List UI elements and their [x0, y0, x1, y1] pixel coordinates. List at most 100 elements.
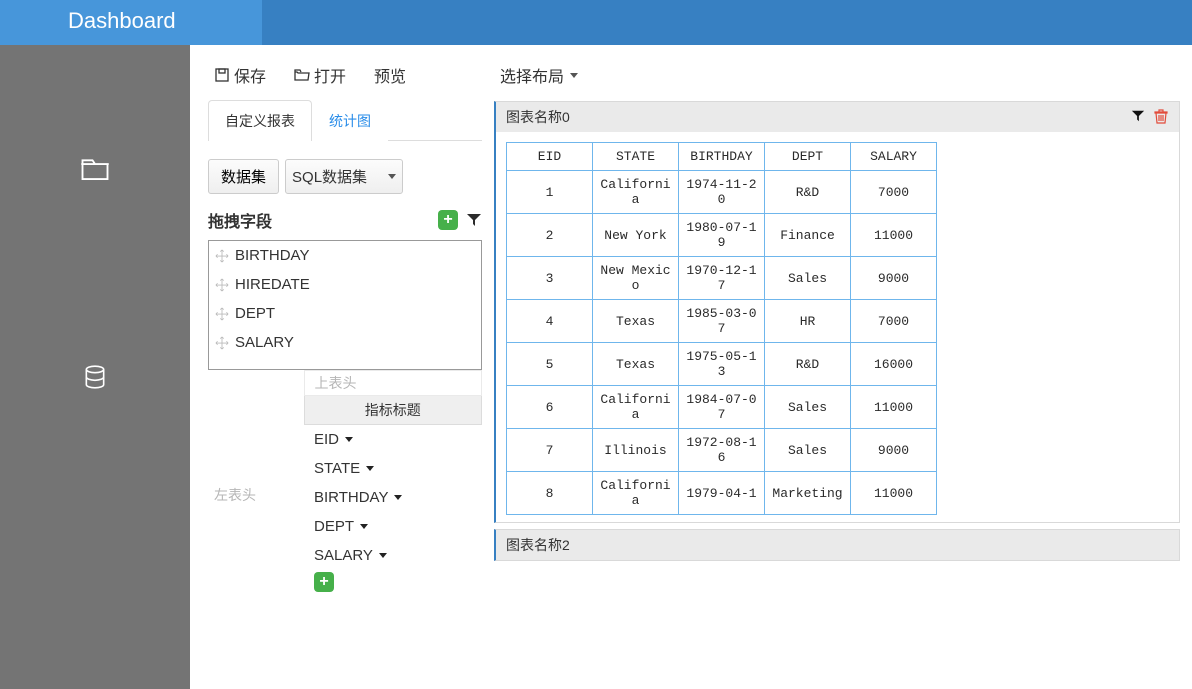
table-cell: HR: [765, 300, 851, 343]
chart-title-2: 图表名称2: [506, 535, 570, 555]
table-cell: 3: [507, 257, 593, 300]
add-column-button[interactable]: +: [314, 572, 334, 592]
table-cell: 1974-11-20: [679, 171, 765, 214]
table-cell: California: [593, 171, 679, 214]
field-list[interactable]: BIRTHDAY HIREDATE DEPT SALARY: [208, 240, 482, 370]
dataset-select[interactable]: SQL数据集: [285, 159, 403, 194]
move-icon: [215, 278, 229, 292]
column-item-state[interactable]: STATE: [304, 454, 482, 483]
table-cell: 16000: [851, 343, 937, 386]
layout-select[interactable]: 选择布局: [500, 63, 578, 87]
field-item[interactable]: SALARY: [209, 328, 481, 357]
field-item[interactable]: DEPT: [209, 299, 481, 328]
table-cell: 9000: [851, 257, 937, 300]
table-row: 3New Mexico1970-12-17Sales9000: [507, 257, 937, 300]
tab-chart[interactable]: 统计图: [312, 100, 388, 141]
main-area: 选择布局 图表名称0 EIDSTATEBIRTHDAYDEPTSALARY 1C…: [490, 45, 1192, 689]
table-cell: 1975-05-13: [679, 343, 765, 386]
left-header-dropzone[interactable]: 左表头: [208, 425, 304, 595]
table-cell: New Mexico: [593, 257, 679, 300]
column-label: EID: [314, 431, 339, 448]
drag-fields-title: 拖拽字段: [208, 208, 272, 232]
table-row: 5Texas1975-05-13R&D16000: [507, 343, 937, 386]
table-cell: 1980-07-19: [679, 214, 765, 257]
table-cell: 1: [507, 171, 593, 214]
table-cell: 4: [507, 300, 593, 343]
chevron-down-icon: [394, 495, 402, 500]
preview-button[interactable]: 预览: [374, 63, 406, 87]
add-field-button[interactable]: +: [438, 210, 458, 230]
table-cell: 5: [507, 343, 593, 386]
table-cell: Sales: [765, 386, 851, 429]
left-sidebar: [0, 45, 190, 689]
tab-custom-report-label: 自定义报表: [225, 113, 295, 129]
table-row: 7Illinois1972-08-16Sales9000: [507, 429, 937, 472]
table-header: EID: [507, 143, 593, 171]
brand-title: Dashboard: [0, 0, 262, 45]
filter-icon[interactable]: [1131, 109, 1145, 126]
column-label: DEPT: [314, 518, 354, 535]
open-button[interactable]: 打开: [294, 63, 346, 87]
table-cell: 1972-08-16: [679, 429, 765, 472]
open-icon: [294, 67, 310, 83]
config-panel: 保存 打开 预览 自定义报表 统计图 数据集 SQL数据集: [190, 45, 490, 689]
chart-title-0: 图表名称0: [506, 107, 570, 127]
table-cell: 1970-12-17: [679, 257, 765, 300]
table-cell: 1985-03-07: [679, 300, 765, 343]
table-row: 2New York1980-07-19Finance11000: [507, 214, 937, 257]
filter-icon[interactable]: [466, 212, 482, 228]
left-header-label: 左表头: [214, 487, 256, 503]
table-cell: R&D: [765, 171, 851, 214]
delete-icon[interactable]: [1153, 108, 1169, 127]
column-item-eid[interactable]: EID: [304, 425, 482, 454]
config-tabs: 自定义报表 统计图: [208, 99, 482, 141]
table-cell: Texas: [593, 343, 679, 386]
database-icon[interactable]: [78, 363, 112, 391]
field-label: SALARY: [235, 334, 294, 351]
dataset-button[interactable]: 数据集: [208, 159, 279, 194]
chevron-down-icon: [570, 73, 578, 78]
field-label: DEPT: [235, 305, 275, 322]
save-icon: [214, 67, 230, 83]
table-header: DEPT: [765, 143, 851, 171]
table-cell: Finance: [765, 214, 851, 257]
config-toolbar: 保存 打开 预览: [208, 55, 482, 99]
field-item[interactable]: HIREDATE: [209, 270, 481, 299]
move-icon: [215, 307, 229, 321]
field-item[interactable]: BIRTHDAY: [209, 241, 481, 270]
save-button[interactable]: 保存: [214, 63, 266, 87]
tab-chart-label: 统计图: [329, 113, 371, 129]
chart-body-0: EIDSTATEBIRTHDAYDEPTSALARY 1California19…: [496, 132, 943, 522]
table-row: 4Texas1985-03-07HR7000: [507, 300, 937, 343]
chart-panel-2: 图表名称2: [494, 529, 1180, 561]
move-icon: [215, 249, 229, 263]
table-cell: 7000: [851, 171, 937, 214]
structure-panel: 上表头 指标标题 左表头 EID STATE BIRTHDAY DEPT SAL…: [208, 370, 482, 594]
column-item-salary[interactable]: SALARY: [304, 541, 482, 570]
chevron-down-icon: [366, 466, 374, 471]
table-row: 6California1984-07-07Sales11000: [507, 386, 937, 429]
folder-icon[interactable]: [78, 155, 112, 183]
metric-title-label: 指标标题: [365, 402, 421, 418]
table-cell: 2: [507, 214, 593, 257]
table-header: SALARY: [851, 143, 937, 171]
dataset-button-label: 数据集: [221, 169, 266, 186]
chart-panel-0: 图表名称0 EIDSTATEBIRTHDAYDEPTSALARY 1Califo…: [494, 101, 1180, 523]
table-header: BIRTHDAY: [679, 143, 765, 171]
column-item-birthday[interactable]: BIRTHDAY: [304, 483, 482, 512]
data-table: EIDSTATEBIRTHDAYDEPTSALARY 1California19…: [506, 142, 937, 515]
app-header: Dashboard: [0, 0, 1192, 45]
table-cell: Sales: [765, 257, 851, 300]
table-cell: Illinois: [593, 429, 679, 472]
metric-title-cell: 指标标题: [304, 396, 482, 425]
column-item-dept[interactable]: DEPT: [304, 512, 482, 541]
chevron-down-icon: [345, 437, 353, 442]
tab-custom-report[interactable]: 自定义报表: [208, 100, 312, 141]
preview-label: 预览: [374, 63, 406, 87]
column-label: BIRTHDAY: [314, 489, 388, 506]
table-cell: Texas: [593, 300, 679, 343]
table-cell: Marketing: [765, 472, 851, 515]
top-header-dropzone[interactable]: 上表头: [304, 371, 482, 396]
table-cell: 1979-04-1: [679, 472, 765, 515]
move-icon: [215, 336, 229, 350]
